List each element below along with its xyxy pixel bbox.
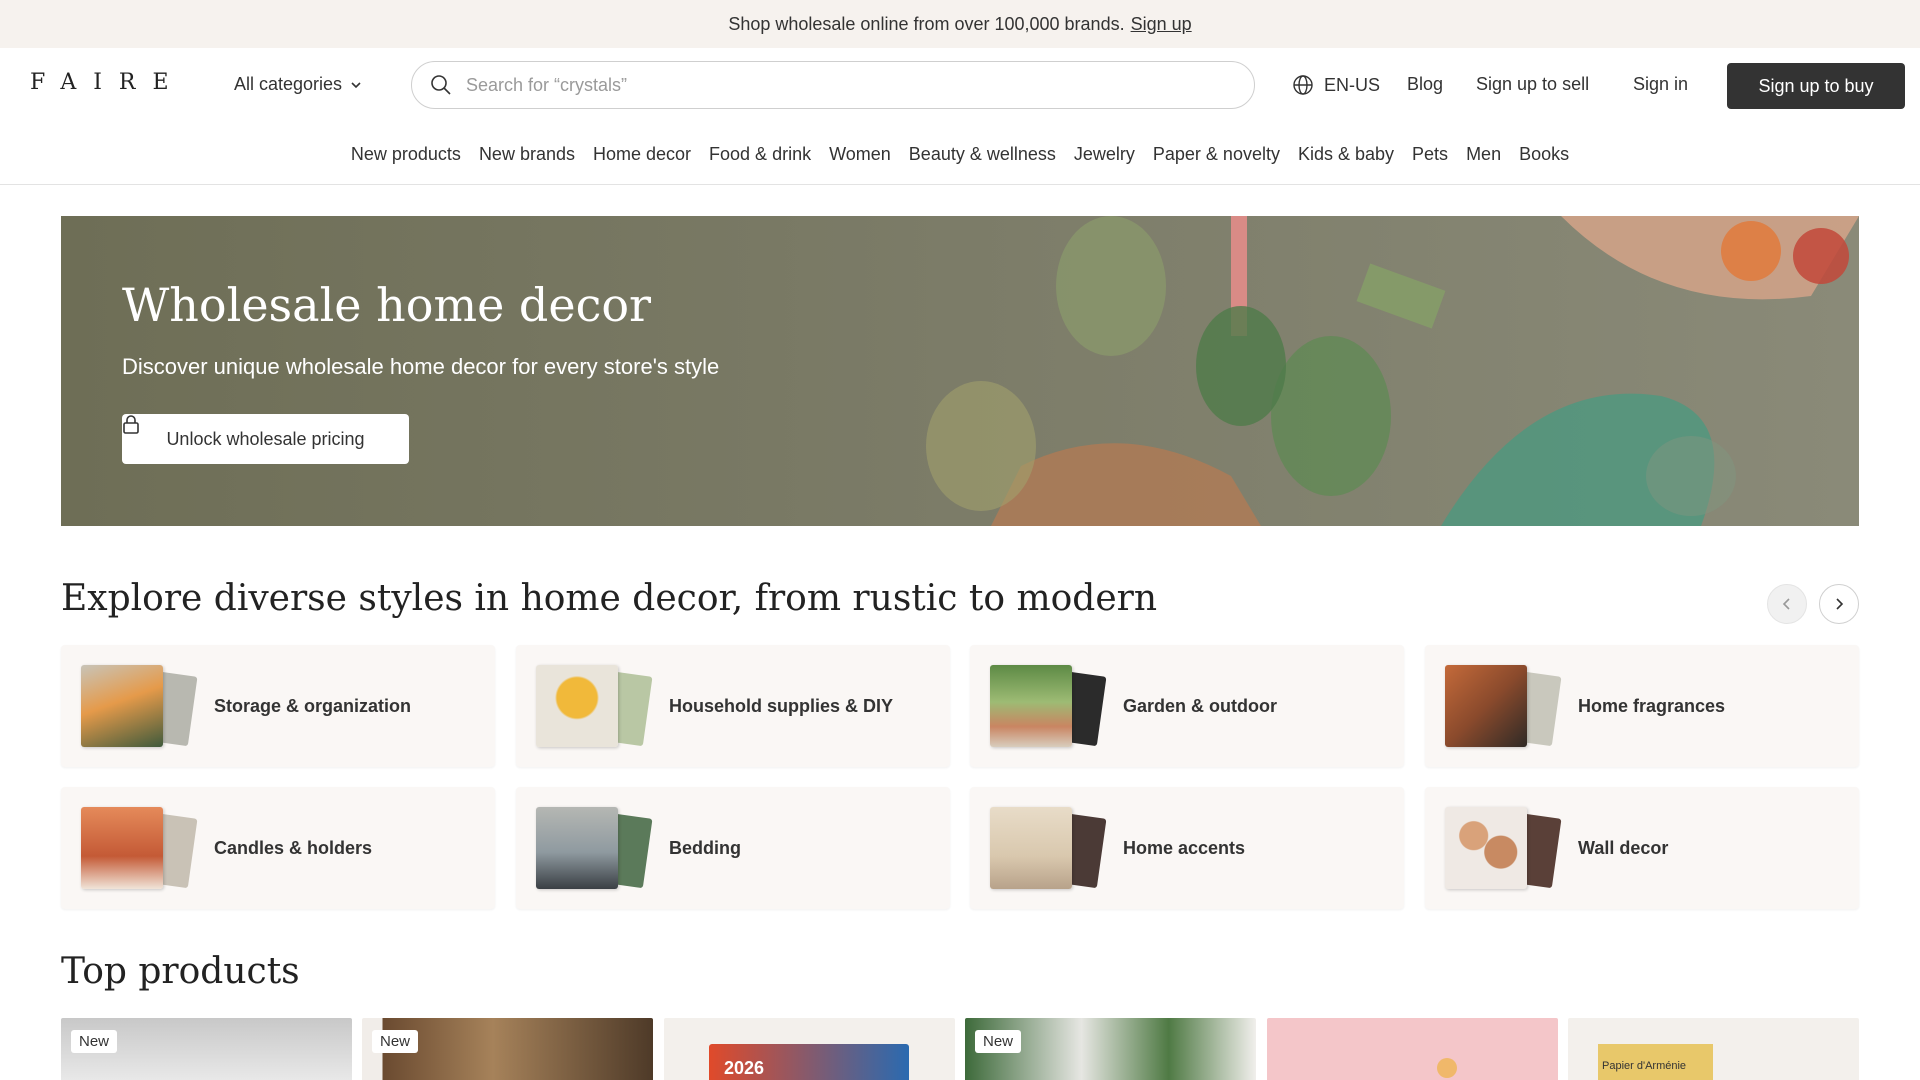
nav-pets[interactable]: Pets [1412,144,1448,165]
product-card[interactable] [1267,1018,1558,1080]
category-card-household[interactable]: Household supplies & DIY [516,645,950,767]
sign-in-link[interactable]: Sign in [1633,74,1688,95]
category-thumbnail [1445,665,1562,747]
category-thumbnail [990,807,1107,889]
language-label: EN-US [1324,74,1381,95]
category-label: Home fragrances [1578,695,1726,716]
carousel-next-button[interactable] [1819,584,1859,624]
sign-up-to-buy-button[interactable]: Sign up to buy [1727,63,1905,109]
unlock-pricing-button[interactable]: Unlock wholesale pricing [122,414,409,464]
new-badge: New [71,1030,118,1053]
category-thumbnail [1445,807,1562,889]
category-card-storage[interactable]: Storage & organization [61,645,495,767]
category-card-home-accents[interactable]: Home accents [970,787,1404,909]
search-bar[interactable] [411,61,1255,109]
category-label: Storage & organization [214,695,412,716]
product-card[interactable]: New [362,1018,653,1080]
announcement-bar: Shop wholesale online from over 100,000 … [0,0,1920,48]
nav-kids-baby[interactable]: Kids & baby [1298,144,1394,165]
nav-food-drink[interactable]: Food & drink [709,144,811,165]
top-products-title: Top products [61,951,300,992]
carousel-prev-button[interactable] [1767,584,1807,624]
hero-subtitle: Discover unique wholesale home decor for… [122,354,720,379]
product-image-text: Papier d'Arménie [1602,1060,1687,1072]
all-categories-label: All categories [234,74,343,94]
main-header: FAIRE All categories EN-US Blog Sign up … [0,48,1920,124]
explore-section-title: Explore diverse styles in home decor, fr… [61,578,1158,619]
globe-icon [1293,75,1313,95]
chevron-down-icon [351,81,361,88]
nav-women[interactable]: Women [829,144,891,165]
category-card-candles[interactable]: Candles & holders [61,787,495,909]
hero-title: Wholesale home decor [122,278,652,332]
category-card-wall-decor[interactable]: Wall decor [1425,787,1859,909]
category-thumbnail [536,665,653,747]
lock-icon [123,415,139,434]
category-label: Household supplies & DIY [669,695,894,716]
product-card[interactable]: 2026 [664,1018,955,1080]
announcement-text: Shop wholesale online from over 100,000 … [728,13,1125,34]
category-thumbnail [536,807,653,889]
nav-beauty-wellness[interactable]: Beauty & wellness [909,144,1056,165]
category-thumbnail [990,665,1107,747]
nav-jewelry[interactable]: Jewelry [1074,144,1135,165]
category-card-bedding[interactable]: Bedding [516,787,950,909]
nav-home-decor[interactable]: Home decor [593,144,691,165]
new-badge: New [372,1030,419,1053]
product-image [1437,1058,1457,1078]
hero-banner: Wholesale home decor Discover unique who… [61,216,1859,526]
category-nav: New products New brands Home decor Food … [0,124,1920,185]
announcement-signup-link[interactable]: Sign up [1131,14,1192,35]
faire-logo[interactable]: FAIRE [30,70,186,95]
nav-new-products[interactable]: New products [351,144,461,165]
language-selector[interactable]: EN-US [1292,74,1380,96]
unlock-pricing-label: Unlock wholesale pricing [166,428,365,449]
chevron-left-icon [1782,598,1790,610]
new-badge: New [975,1030,1022,1053]
category-thumbnail [81,807,198,889]
nav-new-brands[interactable]: New brands [479,144,575,165]
category-label: Home accents [1123,837,1246,858]
product-card[interactable]: New [61,1018,352,1080]
sign-up-to-sell-link[interactable]: Sign up to sell [1476,74,1589,95]
category-label: Bedding [669,837,741,858]
nav-books[interactable]: Books [1519,144,1569,165]
search-icon [431,75,451,95]
chevron-right-icon [1836,598,1844,610]
category-label: Garden & outdoor [1123,695,1277,716]
blog-link[interactable]: Blog [1407,74,1443,95]
nav-men[interactable]: Men [1466,144,1501,165]
product-image-text: 2026 [724,1058,765,1078]
product-card[interactable]: New [965,1018,1256,1080]
category-label: Wall decor [1578,837,1669,858]
all-categories-dropdown[interactable]: All categories [234,74,362,95]
category-card-fragrances[interactable]: Home fragrances [1425,645,1859,767]
search-input[interactable] [464,73,1228,97]
nav-paper-novelty[interactable]: Paper & novelty [1153,144,1280,165]
category-label: Candles & holders [214,837,373,858]
category-card-garden[interactable]: Garden & outdoor [970,645,1404,767]
product-card[interactable]: Papier d'Arménie [1568,1018,1859,1080]
category-thumbnail [81,665,198,747]
